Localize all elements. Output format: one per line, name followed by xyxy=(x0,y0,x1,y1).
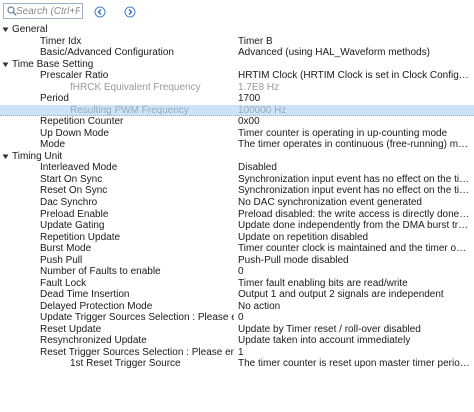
property-name: Repetition Update xyxy=(40,231,121,243)
property-row[interactable]: Burst Mode Timer counter clock is maintai… xyxy=(0,243,474,255)
property-name: Up Down Mode xyxy=(40,127,109,139)
property-value[interactable]: Synchronization input event has no effec… xyxy=(238,185,470,197)
property-row[interactable]: Repetition Update Update on repetition di… xyxy=(0,232,474,244)
property-name: Basic/Advanced Configuration xyxy=(40,47,174,59)
property-name: Delayed Protection Mode xyxy=(40,300,153,312)
property-value[interactable]: Disabled xyxy=(238,162,470,174)
property-row[interactable]: Dac Synchro No DAC synchronization event … xyxy=(0,197,474,209)
property-value[interactable]: Advanced (using HAL_Waveform methods) xyxy=(238,47,470,59)
property-row[interactable]: Number of Faults to enable 0 xyxy=(0,266,474,278)
property-row[interactable]: Fault Lock Timer fault enabling bits are … xyxy=(0,278,474,290)
property-name: Burst Mode xyxy=(40,243,92,255)
property-row[interactable]: Resulting PWM Frequency 100000 Hz xyxy=(0,104,474,117)
property-row[interactable]: Update Gating Update done independently f… xyxy=(0,220,474,232)
property-name: Repetition Counter xyxy=(40,116,124,128)
property-value[interactable]: Output 1 and output 2 signals are indepe… xyxy=(238,289,470,301)
property-value[interactable]: The timer counter is reset upon master t… xyxy=(238,358,470,370)
property-name: Reset Trigger Sources Selection : Please… xyxy=(40,346,234,358)
property-row[interactable]: Reset Update Update by Timer reset / roll… xyxy=(0,324,474,336)
property-name: Preload Enable xyxy=(40,208,109,220)
property-name: Timer Idx xyxy=(40,35,82,47)
property-row[interactable]: Basic/Advanced Configuration Advanced (us… xyxy=(0,47,474,59)
property-value[interactable]: Update done independently from the DMA b… xyxy=(238,220,470,232)
property-value[interactable]: 0 xyxy=(238,312,470,324)
property-row[interactable]: Timer Idx Timer B xyxy=(0,36,474,48)
property-row[interactable]: Preload Enable Preload disabled: the writ… xyxy=(0,209,474,221)
toolbar xyxy=(0,0,474,24)
property-name: Resulting PWM Frequency xyxy=(70,104,189,116)
property-value[interactable]: No DAC synchronization event generated xyxy=(238,197,470,209)
property-name: Prescaler Ratio xyxy=(40,70,109,82)
next-match-icon[interactable] xyxy=(124,6,136,18)
search-box[interactable] xyxy=(3,3,83,19)
property-row[interactable]: Delayed Protection Mode No action xyxy=(0,301,474,313)
property-value[interactable]: Synchronization input event has no effec… xyxy=(238,174,470,186)
property-value[interactable]: Timer fault enabling bits are read/write xyxy=(238,278,470,290)
property-value[interactable]: Update by Timer reset / roll-over disabl… xyxy=(238,324,470,336)
property-value[interactable]: 1700 xyxy=(238,93,470,105)
property-name: Resynchronized Update xyxy=(40,335,147,347)
property-row[interactable]: fHRCK Equivalent Frequency 1.7E8 Hz xyxy=(0,82,474,94)
property-name: Number of Faults to enable xyxy=(40,266,161,278)
property-row[interactable]: 1st Reset Trigger Source The timer counte… xyxy=(0,358,474,370)
property-value[interactable]: No action xyxy=(238,301,470,313)
category-row[interactable]: Time Base Setting xyxy=(0,59,474,71)
property-name: Push Pull xyxy=(40,254,83,266)
property-name: Start On Sync xyxy=(40,173,103,185)
expand-chevron-icon[interactable] xyxy=(2,154,9,160)
property-name: fHRCK Equivalent Frequency xyxy=(70,81,201,93)
category-row[interactable]: General xyxy=(0,24,474,36)
property-row[interactable]: Push Pull Push-Pull mode disabled xyxy=(0,255,474,267)
property-row[interactable]: Update Trigger Sources Selection : Pleas… xyxy=(0,312,474,324)
property-grid: General Timer Idx Timer B Basic/Advanced Co… xyxy=(0,24,474,370)
category-row[interactable]: Timing Unit xyxy=(0,151,474,163)
expand-chevron-icon[interactable] xyxy=(2,62,9,68)
property-name: 1st Reset Trigger Source xyxy=(70,358,181,370)
property-value[interactable]: HRTIM Clock (HRTIM Clock is set in Clock… xyxy=(238,70,470,82)
property-name: Fault Lock xyxy=(40,277,87,289)
previous-match-icon[interactable] xyxy=(94,6,106,18)
expand-chevron-icon[interactable] xyxy=(2,27,9,33)
property-row[interactable]: Reset Trigger Sources Selection : Please… xyxy=(0,347,474,359)
property-name: Period xyxy=(40,93,69,105)
category-label: Timing Unit xyxy=(12,150,63,162)
property-name: Interleaved Mode xyxy=(40,162,118,174)
property-name: Dac Synchro xyxy=(40,196,98,208)
property-value[interactable]: 1.7E8 Hz xyxy=(238,82,470,94)
property-value[interactable]: Preload disabled: the write access is di… xyxy=(238,209,470,221)
property-row[interactable]: Repetition Counter 0x00 xyxy=(0,116,474,128)
property-value[interactable]: Timer counter clock is maintained and th… xyxy=(238,243,470,255)
property-value[interactable]: Update on repetition disabled xyxy=(238,232,470,244)
property-name: Reset On Sync xyxy=(40,185,108,197)
property-name: Update Gating xyxy=(40,220,105,232)
category-label: General xyxy=(12,24,48,35)
property-row[interactable]: Resynchronized Update Update taken into a… xyxy=(0,335,474,347)
property-value[interactable]: The timer operates in continuous (free-r… xyxy=(238,139,470,151)
property-name: Update Trigger Sources Selection : Pleas… xyxy=(40,312,234,324)
property-row[interactable]: Period 1700 xyxy=(0,93,474,105)
property-name: Dead Time Insertion xyxy=(40,289,130,301)
property-row[interactable]: Start On Sync Synchronization input event… xyxy=(0,174,474,186)
property-row[interactable]: Interleaved Mode Disabled xyxy=(0,162,474,174)
property-value[interactable]: Update taken into account immediately xyxy=(238,335,470,347)
category-label: Time Base Setting xyxy=(12,58,94,70)
property-value[interactable]: 1 xyxy=(238,347,470,359)
property-row[interactable]: Reset On Sync Synchronization input event… xyxy=(0,185,474,197)
property-row[interactable]: Up Down Mode Timer counter is operating i… xyxy=(0,128,474,140)
property-value[interactable]: Timer counter is operating in up-countin… xyxy=(238,128,470,140)
property-row[interactable]: Dead Time Insertion Output 1 and output 2… xyxy=(0,289,474,301)
search-input[interactable] xyxy=(16,5,80,17)
property-value[interactable]: Push-Pull mode disabled xyxy=(238,255,470,267)
property-value[interactable]: 0x00 xyxy=(238,116,470,128)
property-value[interactable]: 0 xyxy=(238,266,470,278)
property-name: Mode xyxy=(40,139,66,151)
property-value[interactable]: Timer B xyxy=(238,36,470,48)
property-row[interactable]: Mode The timer operates in continuous (fr… xyxy=(0,139,474,151)
property-name: Reset Update xyxy=(40,323,102,335)
property-value[interactable]: 100000 Hz xyxy=(238,105,470,117)
property-row[interactable]: Prescaler Ratio HRTIM Clock (HRTIM Clock … xyxy=(0,70,474,82)
